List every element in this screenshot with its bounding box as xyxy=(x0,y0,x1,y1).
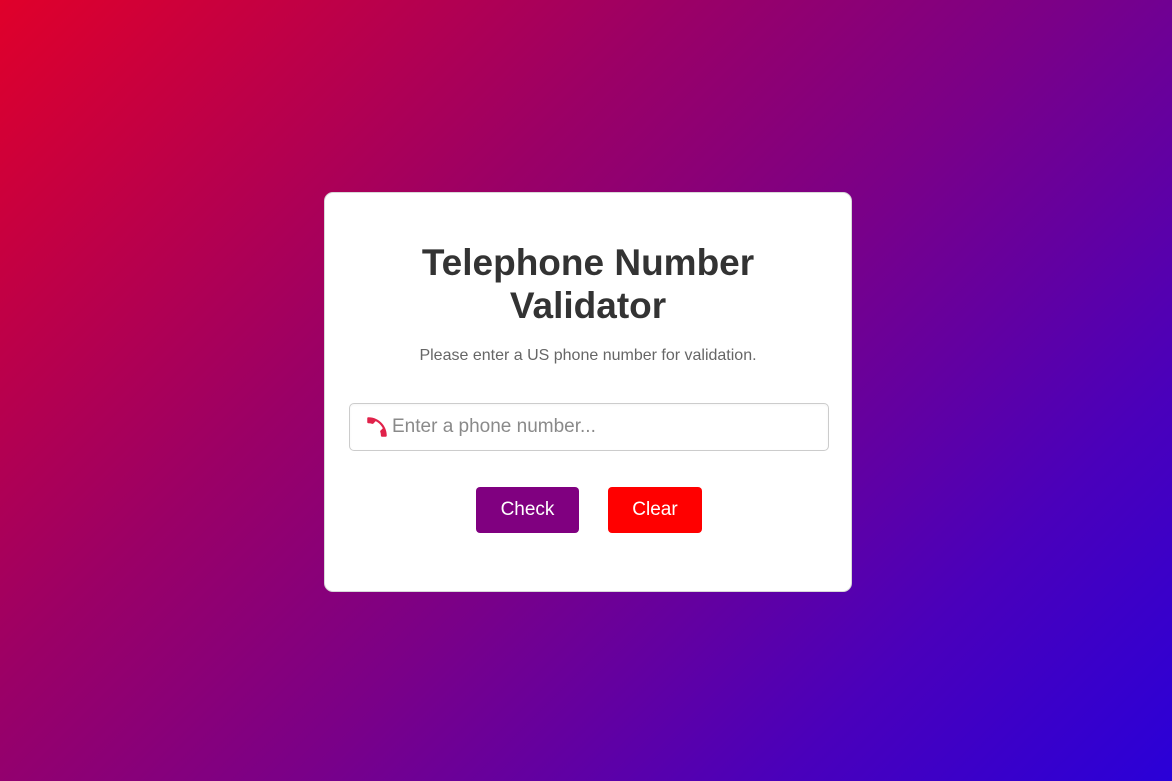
page-title: Telephone Number Validator xyxy=(421,242,755,326)
phone-number-input[interactable] xyxy=(392,404,828,450)
instructions-text: Please enter a US phone number for valid… xyxy=(419,347,757,364)
check-button[interactable]: Check xyxy=(476,487,579,533)
phone-input-container[interactable] xyxy=(349,403,829,451)
validator-card: Telephone Number Validator Please enter … xyxy=(324,192,852,592)
telephone-receiver-icon xyxy=(364,414,390,440)
clear-button[interactable]: Clear xyxy=(608,487,702,533)
